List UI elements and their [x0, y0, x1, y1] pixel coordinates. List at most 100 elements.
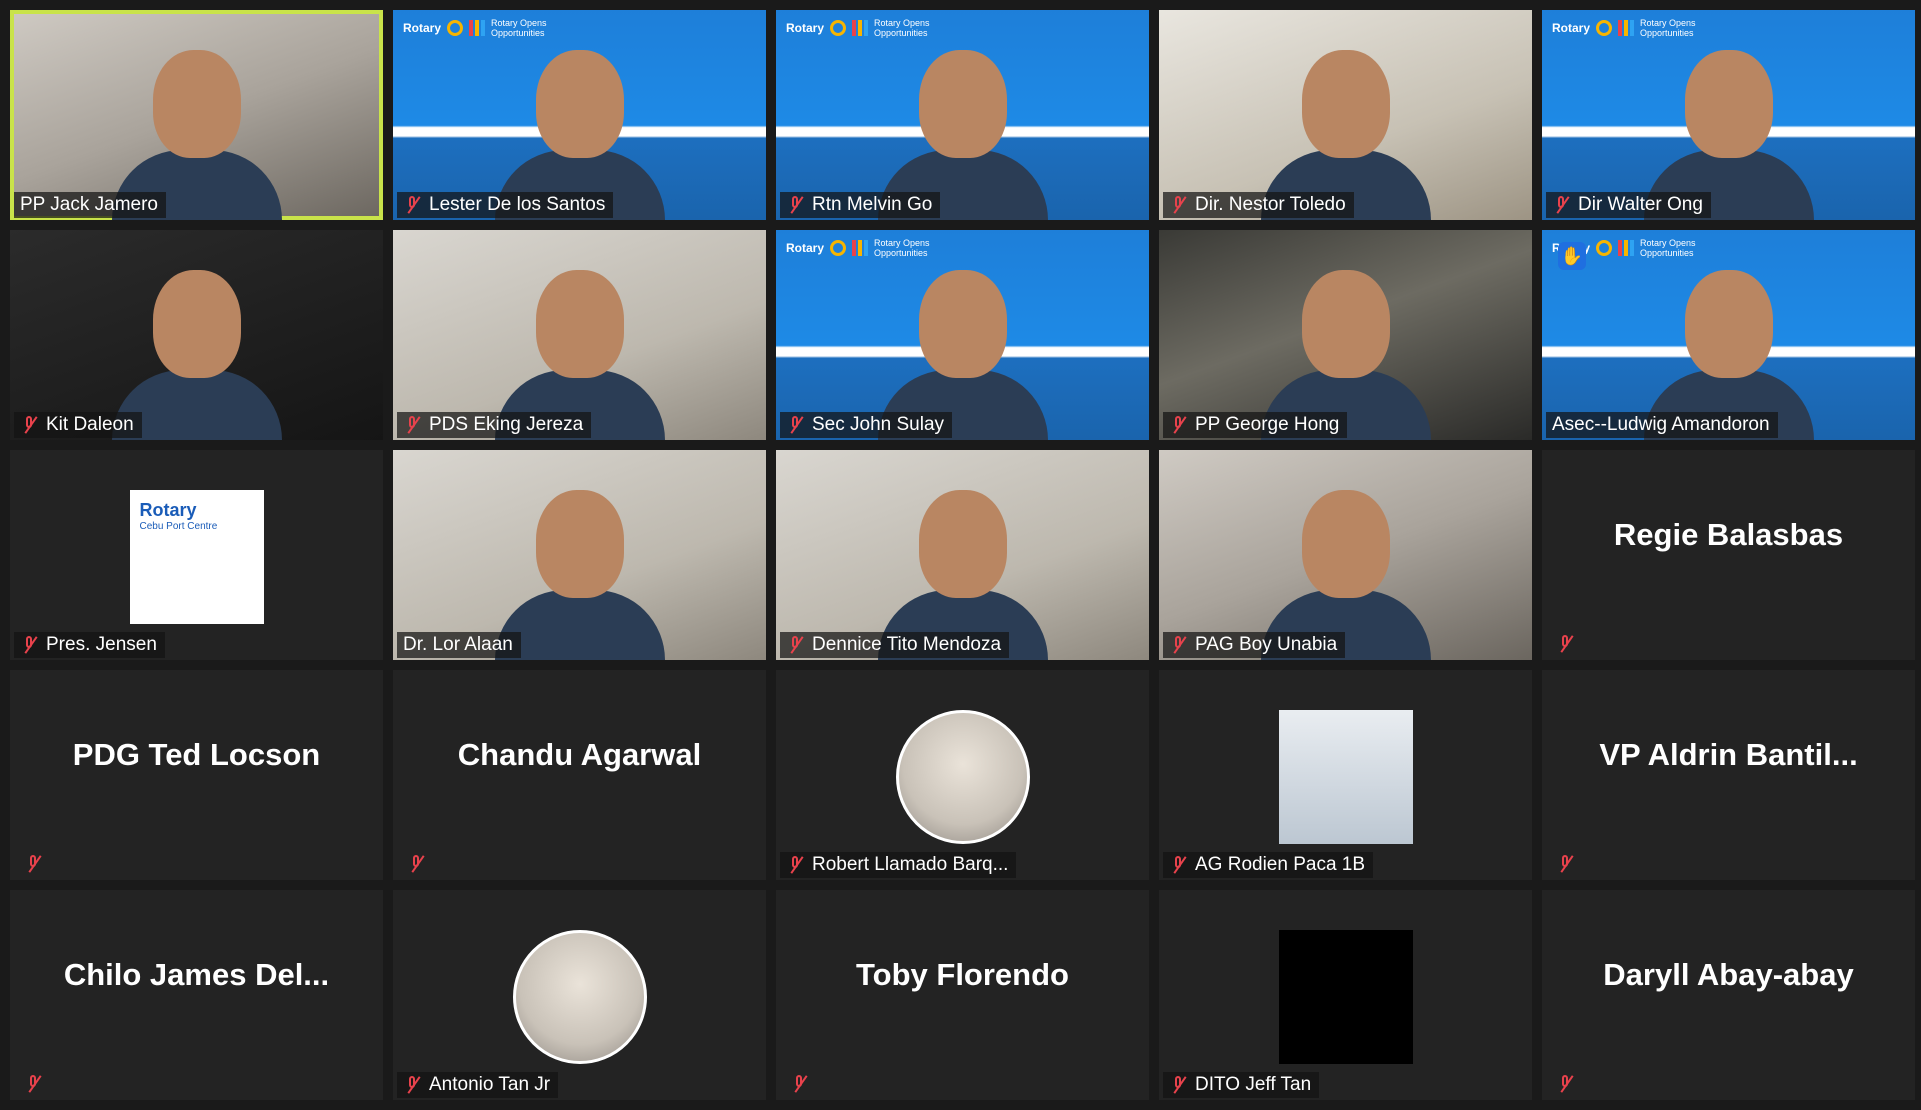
muted-mic-icon — [24, 1074, 42, 1094]
video-head-shape — [535, 50, 624, 158]
participant-tile-pds-eking-jereza[interactable]: PDS Eking Jereza — [393, 230, 766, 440]
rotary-tagline: Rotary Opens Opportunities — [874, 18, 930, 38]
participant-name-label: PDS Eking Jereza — [397, 412, 592, 438]
participant-name-label: Robert Llamado Barq... — [780, 852, 1017, 878]
video-head-shape — [535, 270, 624, 378]
video-head-shape — [918, 490, 1007, 598]
rotary-bars-icon — [1618, 240, 1635, 256]
participant-name: AG Rodien Paca 1B — [1195, 854, 1366, 875]
participant-name: PP Jack Jamero — [20, 194, 158, 215]
participant-avatar: Rotary Cebu Port Centre — [129, 490, 264, 624]
participant-tile-robert-llamado-barq[interactable]: Robert Llamado Barq... — [776, 670, 1149, 880]
rotary-banner: Rotary Rotary Opens Opportunities — [786, 18, 954, 38]
participant-name-label: Asec--Ludwig Amandoron — [1546, 412, 1778, 438]
rotary-wheel-icon — [1596, 240, 1613, 256]
participant-tile-regie-balasbas[interactable]: Regie Balasbas — [1542, 450, 1915, 660]
participant-tile-kit-daleon[interactable]: Kit Daleon — [10, 230, 383, 440]
participant-avatar — [895, 710, 1030, 844]
rotary-brand: Rotary — [403, 21, 442, 35]
participant-tile-dir-walter-ong[interactable]: Rotary Rotary Opens Opportunities Dir Walt… — [1542, 10, 1915, 220]
participant-name-label: Dr. Lor Alaan — [397, 632, 521, 658]
participant-avatar — [1278, 930, 1413, 1064]
participant-name: Dir. Nestor Toledo — [1195, 194, 1346, 215]
participant-display-name: Toby Florendo — [856, 957, 1069, 992]
rotary-bars-icon — [852, 240, 869, 256]
participant-tile-rtn-melvin-go[interactable]: Rotary Rotary Opens Opportunities Rtn Melv… — [776, 10, 1149, 220]
participant-tile-pp-jack-jamero[interactable]: PP Jack Jamero — [10, 10, 383, 220]
video-head-shape — [152, 50, 241, 158]
participant-video — [494, 470, 665, 660]
participant-name: PP George Hong — [1195, 414, 1340, 435]
participant-tile-pres-jensen[interactable]: Rotary Cebu Port Centre Pres. Jensen — [10, 450, 383, 660]
rotary-wheel-icon — [1596, 20, 1613, 36]
participant-display-name: Daryll Abay-abay — [1603, 957, 1854, 992]
participant-display-name: Regie Balasbas — [1613, 517, 1844, 552]
participant-name-label: AG Rodien Paca 1B — [1163, 852, 1374, 878]
rotary-tagline: Rotary Opens Opportunities — [1640, 18, 1696, 38]
muted-mic-icon — [1556, 854, 1574, 874]
rotary-tagline: Rotary Opens Opportunities — [874, 238, 930, 258]
participant-tile-chilo-james-del[interactable]: Chilo James Del... — [10, 890, 383, 1100]
participant-tile-dr-lor-alaan[interactable]: Dr. Lor Alaan — [393, 450, 766, 660]
participant-tile-toby-florendo[interactable]: Toby Florendo — [776, 890, 1149, 1100]
video-head-shape — [1301, 490, 1390, 598]
participant-tile-chandu-agarwal[interactable]: Chandu Agarwal — [393, 670, 766, 880]
participant-name-label: Pres. Jensen — [14, 632, 165, 658]
participant-name-label: Dir Walter Ong — [1546, 192, 1711, 218]
participant-tile-antonio-tan-jr[interactable]: Antonio Tan Jr — [393, 890, 766, 1100]
video-gallery: PP Jack Jamero Rotary Rotary Opens Opportu… — [0, 0, 1921, 1110]
participant-tile-asec-ludwig-amandoron[interactable]: RotaryRotary Opens Opportunities✋Asec--L… — [1542, 230, 1915, 440]
rotary-brand: Rotary — [786, 241, 825, 255]
participant-name: Asec--Ludwig Amandoron — [1552, 414, 1770, 435]
participant-display-name: PDG Ted Locson — [72, 737, 321, 772]
participant-tile-dir-nestor-toledo[interactable]: Dir. Nestor Toledo — [1159, 10, 1532, 220]
muted-mic-icon — [1169, 635, 1187, 655]
avatar-subtitle: Cebu Port Centre — [139, 521, 218, 532]
participant-name-label: PP George Hong — [1163, 412, 1348, 438]
participant-tile-lester-de-los-santos[interactable]: Rotary Rotary Opens Opportunities Lester D… — [393, 10, 766, 220]
participant-name: Rtn Melvin Go — [812, 194, 933, 215]
participant-name: DITO Jeff Tan — [1195, 1074, 1312, 1095]
video-head-shape — [1301, 50, 1390, 158]
rotary-banner: Rotary Rotary Opens Opportunities — [403, 18, 571, 38]
participant-name-label: Lester De los Santos — [397, 192, 614, 218]
muted-mic-icon — [20, 415, 38, 435]
muted-mic-icon — [1169, 1075, 1187, 1095]
rotary-bars-icon — [852, 20, 869, 36]
muted-mic-icon — [1169, 415, 1187, 435]
participant-name-label: Antonio Tan Jr — [397, 1072, 559, 1098]
participant-name: Kit Daleon — [46, 414, 134, 435]
participant-tile-sec-john-sulay[interactable]: Rotary Rotary Opens Opportunities Sec John… — [776, 230, 1149, 440]
video-head-shape — [1301, 270, 1390, 378]
muted-mic-icon — [24, 854, 42, 874]
participant-name: Dr. Lor Alaan — [403, 634, 513, 655]
participant-name-label: PAG Boy Unabia — [1163, 632, 1346, 658]
rotary-tagline: Rotary Opens Opportunities — [491, 18, 547, 38]
video-head-shape — [535, 490, 624, 598]
rotary-banner: Rotary Rotary Opens Opportunities — [786, 238, 954, 258]
muted-mic-icon — [1556, 1074, 1574, 1094]
rotary-brand: Rotary — [1552, 21, 1591, 35]
participant-display-name: Chandu Agarwal — [457, 737, 702, 772]
participant-tile-vp-aldrin-bantil[interactable]: VP Aldrin Bantil... — [1542, 670, 1915, 880]
participant-tile-dito-jeff-tan[interactable]: DITO Jeff Tan — [1159, 890, 1532, 1100]
participant-tile-pag-boy-unabia[interactable]: PAG Boy Unabia — [1159, 450, 1532, 660]
muted-mic-icon — [1169, 195, 1187, 215]
participant-display-name: Chilo James Del... — [63, 957, 330, 992]
participant-name-label: DITO Jeff Tan — [1163, 1072, 1320, 1098]
rotary-wheel-icon — [830, 240, 847, 256]
muted-mic-icon — [786, 855, 804, 875]
muted-mic-icon — [1169, 855, 1187, 875]
participant-tile-ag-rodien-paca-1b[interactable]: AG Rodien Paca 1B — [1159, 670, 1532, 880]
muted-mic-icon — [20, 635, 38, 655]
participant-tile-dennice-tito-mendoza[interactable]: Dennice Tito Mendoza — [776, 450, 1149, 660]
participant-avatar — [512, 930, 647, 1064]
participant-name-label: PP Jack Jamero — [14, 192, 166, 218]
participant-name-label: Dir. Nestor Toledo — [1163, 192, 1354, 218]
participant-tile-daryll-abay-abay[interactable]: Daryll Abay-abay — [1542, 890, 1915, 1100]
rotary-wheel-icon — [830, 20, 847, 36]
participant-tile-pdg-ted-locson[interactable]: PDG Ted Locson — [10, 670, 383, 880]
participant-name: Lester De los Santos — [429, 194, 606, 215]
muted-mic-icon — [403, 1075, 421, 1095]
participant-tile-pp-george-hong[interactable]: PP George Hong — [1159, 230, 1532, 440]
